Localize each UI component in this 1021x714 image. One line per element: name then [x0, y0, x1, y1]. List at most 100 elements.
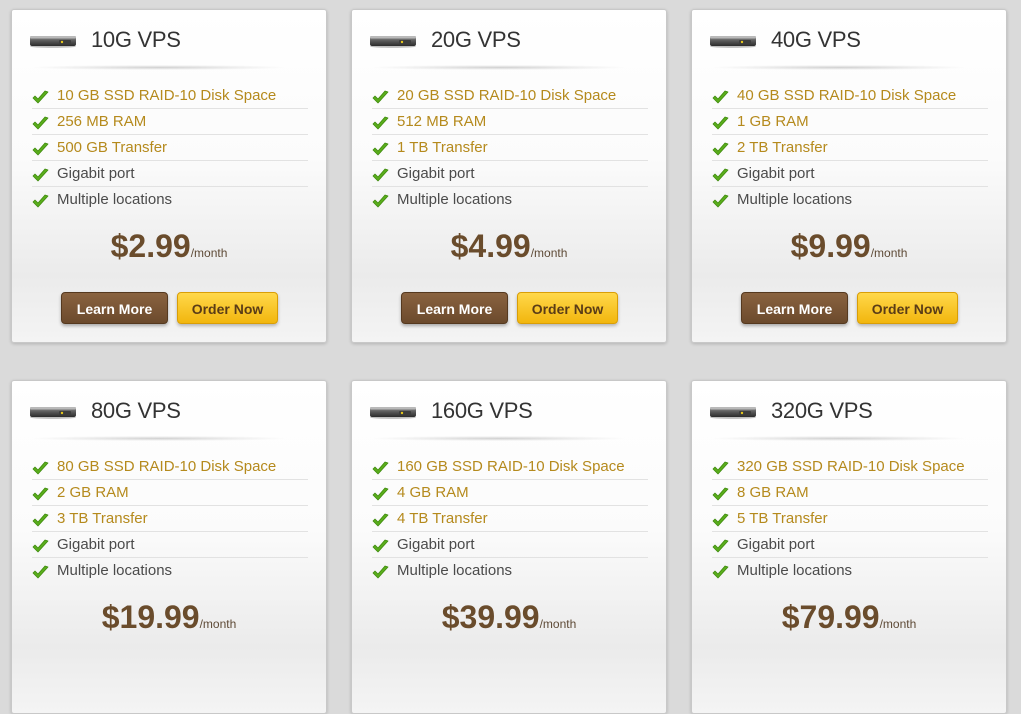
price-period: /month [199, 617, 237, 631]
learn-more-button[interactable]: Learn More [401, 292, 508, 324]
server-icon [709, 406, 757, 419]
plan-title: 40G VPS [771, 27, 861, 52]
feature-item: 2 GB RAM [32, 480, 308, 506]
checkmark-icon [32, 563, 49, 579]
checkmark-icon [32, 511, 49, 527]
price-period: /month [530, 246, 568, 260]
feature-text: 4 GB RAM [397, 484, 469, 501]
feature-text: 8 GB RAM [737, 484, 809, 501]
checkmark-icon [372, 114, 389, 130]
feature-item: 40 GB SSD RAID-10 Disk Space [712, 83, 988, 109]
feature-text: 40 GB SSD RAID-10 Disk Space [737, 87, 957, 104]
feature-list: 20 GB SSD RAID-10 Disk Space 512 MB RAM 1 … [372, 83, 648, 212]
checkmark-icon [32, 140, 49, 156]
checkmark-icon [712, 511, 729, 527]
checkmark-icon [712, 114, 729, 130]
checkmark-icon [372, 459, 389, 475]
plan-card: 320G VPS 320 GB SSD RAID-10 Disk Space 8 G… [691, 380, 1007, 714]
server-icon [29, 35, 77, 48]
feature-text: 4 TB Transfer [397, 510, 488, 527]
title-divider [714, 65, 964, 70]
feature-text: Gigabit port [397, 165, 475, 182]
plan-card: 40G VPS 40 GB SSD RAID-10 Disk Space 1 GB … [691, 9, 1007, 343]
feature-item: 512 MB RAM [372, 109, 648, 135]
feature-item: 80 GB SSD RAID-10 Disk Space [32, 454, 308, 480]
feature-text: 5 TB Transfer [737, 510, 828, 527]
checkmark-icon [712, 563, 729, 579]
server-icon [369, 35, 417, 48]
feature-text: 20 GB SSD RAID-10 Disk Space [397, 87, 617, 104]
plan-price: $19.99 [101, 599, 200, 635]
checkmark-icon [372, 140, 389, 156]
feature-item: Gigabit port [32, 161, 308, 187]
feature-text: 256 MB RAM [57, 113, 147, 130]
order-now-button[interactable]: Order Now [857, 292, 958, 324]
feature-text: 512 MB RAM [397, 113, 487, 130]
order-now-button[interactable]: Order Now [517, 292, 618, 324]
feature-text: Multiple locations [737, 191, 853, 208]
checkmark-icon [712, 166, 729, 182]
feature-text: Multiple locations [737, 562, 853, 579]
price-block: $79.99/month [692, 599, 1006, 636]
checkmark-icon [372, 166, 389, 182]
feature-text: 1 TB Transfer [397, 139, 488, 156]
feature-item: 4 TB Transfer [372, 506, 648, 532]
feature-text: Gigabit port [397, 536, 475, 553]
checkmark-icon [32, 537, 49, 553]
checkmark-icon [712, 537, 729, 553]
price-period: /month [539, 617, 577, 631]
checkmark-icon [712, 192, 729, 208]
plan-card: 160G VPS 160 GB SSD RAID-10 Disk Space 4 G… [351, 380, 667, 714]
title-divider [34, 436, 284, 441]
feature-list: 40 GB SSD RAID-10 Disk Space 1 GB RAM 2 TB… [712, 83, 988, 212]
checkmark-icon [712, 140, 729, 156]
checkmark-icon [712, 485, 729, 501]
checkmark-icon [32, 485, 49, 501]
feature-text: 2 TB Transfer [737, 139, 828, 156]
checkmark-icon [372, 485, 389, 501]
plan-title: 160G VPS [431, 398, 533, 423]
feature-item: 3 TB Transfer [32, 506, 308, 532]
feature-item: 4 GB RAM [372, 480, 648, 506]
plan-price: $9.99 [790, 228, 871, 264]
learn-more-button[interactable]: Learn More [61, 292, 168, 324]
feature-text: 3 TB Transfer [57, 510, 148, 527]
price-block: $2.99/month [12, 228, 326, 265]
plan-price: $4.99 [450, 228, 531, 264]
title-divider [374, 65, 624, 70]
checkmark-icon [712, 459, 729, 475]
checkmark-icon [32, 459, 49, 475]
feature-text: Multiple locations [397, 562, 513, 579]
price-block: $19.99/month [12, 599, 326, 636]
feature-text: 160 GB SSD RAID-10 Disk Space [397, 458, 625, 475]
checkmark-icon [372, 88, 389, 104]
feature-text: Multiple locations [57, 562, 173, 579]
feature-item: Gigabit port [372, 161, 648, 187]
server-icon [29, 406, 77, 419]
feature-item: 500 GB Transfer [32, 135, 308, 161]
feature-text: 1 GB RAM [737, 113, 809, 130]
feature-text: 80 GB SSD RAID-10 Disk Space [57, 458, 277, 475]
feature-text: Gigabit port [57, 536, 135, 553]
plan-title: 10G VPS [91, 27, 181, 52]
plan-price: $79.99 [781, 599, 880, 635]
title-divider [714, 436, 964, 441]
plan-title: 320G VPS [771, 398, 873, 423]
plan-card: 20G VPS 20 GB SSD RAID-10 Disk Space 512 M… [351, 9, 667, 343]
feature-text: 10 GB SSD RAID-10 Disk Space [57, 87, 277, 104]
feature-item: Gigabit port [712, 532, 988, 558]
price-period: /month [879, 617, 917, 631]
plan-price: $39.99 [441, 599, 540, 635]
checkmark-icon [372, 537, 389, 553]
feature-item: 20 GB SSD RAID-10 Disk Space [372, 83, 648, 109]
order-now-button[interactable]: Order Now [177, 292, 278, 324]
title-divider [34, 65, 284, 70]
title-divider [374, 436, 624, 441]
feature-text: 500 GB Transfer [57, 139, 168, 156]
checkmark-icon [32, 166, 49, 182]
feature-list: 10 GB SSD RAID-10 Disk Space 256 MB RAM 50… [32, 83, 308, 212]
learn-more-button[interactable]: Learn More [741, 292, 848, 324]
feature-item: 10 GB SSD RAID-10 Disk Space [32, 83, 308, 109]
feature-item: 8 GB RAM [712, 480, 988, 506]
feature-item: 256 MB RAM [32, 109, 308, 135]
